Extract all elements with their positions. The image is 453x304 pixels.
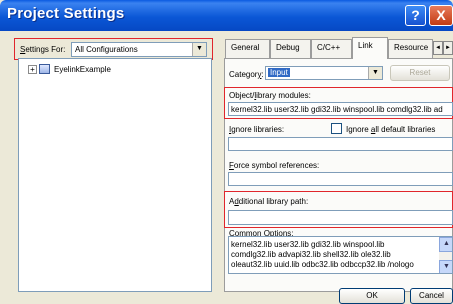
category-dropdown[interactable]: Input ▼: [265, 66, 383, 80]
force-symbol-label: Force symbol references:: [229, 161, 320, 170]
category-label: Category:: [229, 70, 264, 79]
additional-path-label: Additional library path:: [229, 197, 309, 206]
tab-link[interactable]: Link: [352, 37, 388, 59]
tab-scroll[interactable]: ◄ ►: [433, 41, 453, 55]
ignore-libraries-label: Ignore libraries:: [229, 125, 285, 134]
common-options-scrollbar[interactable]: ▲ ▼: [439, 237, 452, 273]
close-button[interactable]: X: [429, 5, 453, 26]
project-tree[interactable]: + EyelinkExample: [18, 58, 212, 292]
force-symbol-input[interactable]: [228, 172, 453, 186]
tab-resource[interactable]: Resource: [388, 39, 433, 58]
chevron-down-icon: ▼: [368, 67, 382, 79]
project-icon: [39, 64, 50, 74]
object-modules-label: Object/library modules:: [229, 91, 311, 100]
cancel-button[interactable]: Cancel: [410, 288, 453, 304]
ok-button[interactable]: OK: [339, 288, 405, 304]
tab-scroll-left-icon[interactable]: ◄: [433, 41, 443, 55]
scroll-down-icon[interactable]: ▼: [439, 260, 452, 273]
common-options-line: comdlg32.lib advapi32.lib shell32.lib ol…: [231, 250, 391, 259]
window-title: Project Settings: [7, 5, 125, 22]
common-options-line: kernel32.lib user32.lib gdi32.lib winspo…: [231, 240, 385, 249]
scroll-up-icon[interactable]: ▲: [439, 237, 452, 252]
tab-cpp[interactable]: C/C++: [311, 39, 352, 58]
common-options-line: oleaut32.lib uuid.lib odbc32.lib odbccp3…: [231, 260, 414, 269]
category-value: Input: [268, 68, 290, 77]
reset-button[interactable]: Reset: [390, 65, 450, 81]
highlight-settings-for: [14, 38, 213, 60]
object-modules-input[interactable]: kernel32.lib user32.lib gdi32.lib winspo…: [228, 102, 453, 116]
tab-general[interactable]: General: [225, 39, 270, 58]
expand-plus-icon[interactable]: +: [28, 65, 37, 74]
ignore-all-checkbox[interactable]: [331, 123, 342, 134]
tab-debug[interactable]: Debug: [270, 39, 311, 58]
ignore-libraries-input[interactable]: [228, 137, 453, 151]
help-button[interactable]: ?: [405, 5, 426, 26]
additional-path-input[interactable]: [228, 210, 453, 225]
tree-item-project[interactable]: EyelinkExample: [54, 65, 111, 74]
tab-scroll-right-icon[interactable]: ►: [443, 41, 453, 55]
ignore-all-label[interactable]: Ignore all default libraries: [346, 125, 435, 134]
common-options-textarea[interactable]: kernel32.lib user32.lib gdi32.lib winspo…: [228, 236, 453, 274]
